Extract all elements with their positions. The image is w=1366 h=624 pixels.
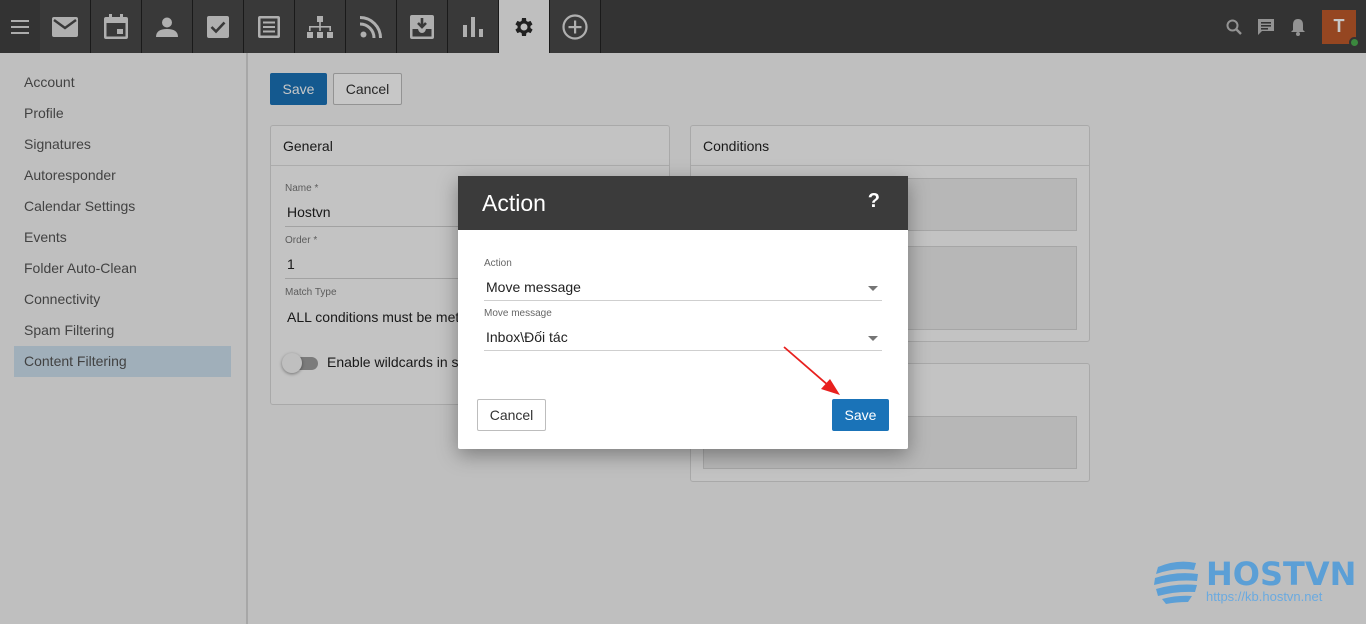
dialog-title: Action xyxy=(482,190,546,216)
hostvn-logo-icon xyxy=(1154,561,1198,604)
dialog-cancel-button[interactable]: Cancel xyxy=(477,399,546,431)
move-folder-label: Move message xyxy=(484,308,552,319)
move-folder-value: Inbox\Đối tác xyxy=(486,329,568,345)
hostvn-watermark: HOSTVN https://kb.hostvn.net xyxy=(1154,555,1357,616)
watermark-url: https://kb.hostvn.net xyxy=(1206,589,1323,604)
dropdown-caret-icon xyxy=(868,286,878,291)
move-folder-select[interactable]: Inbox\Đối tác xyxy=(484,327,882,351)
dialog-header: Action ? xyxy=(458,176,908,230)
action-dialog: Action ? Action Move message Move messag… xyxy=(458,176,908,449)
dropdown-caret-icon xyxy=(868,336,878,341)
action-select[interactable]: Move message xyxy=(484,277,882,301)
action-select-value: Move message xyxy=(486,279,581,295)
help-button[interactable]: ? xyxy=(868,190,880,213)
action-select-label: Action xyxy=(484,258,512,269)
dialog-save-button[interactable]: Save xyxy=(832,399,889,431)
watermark-brand: HOSTVN xyxy=(1206,555,1357,593)
